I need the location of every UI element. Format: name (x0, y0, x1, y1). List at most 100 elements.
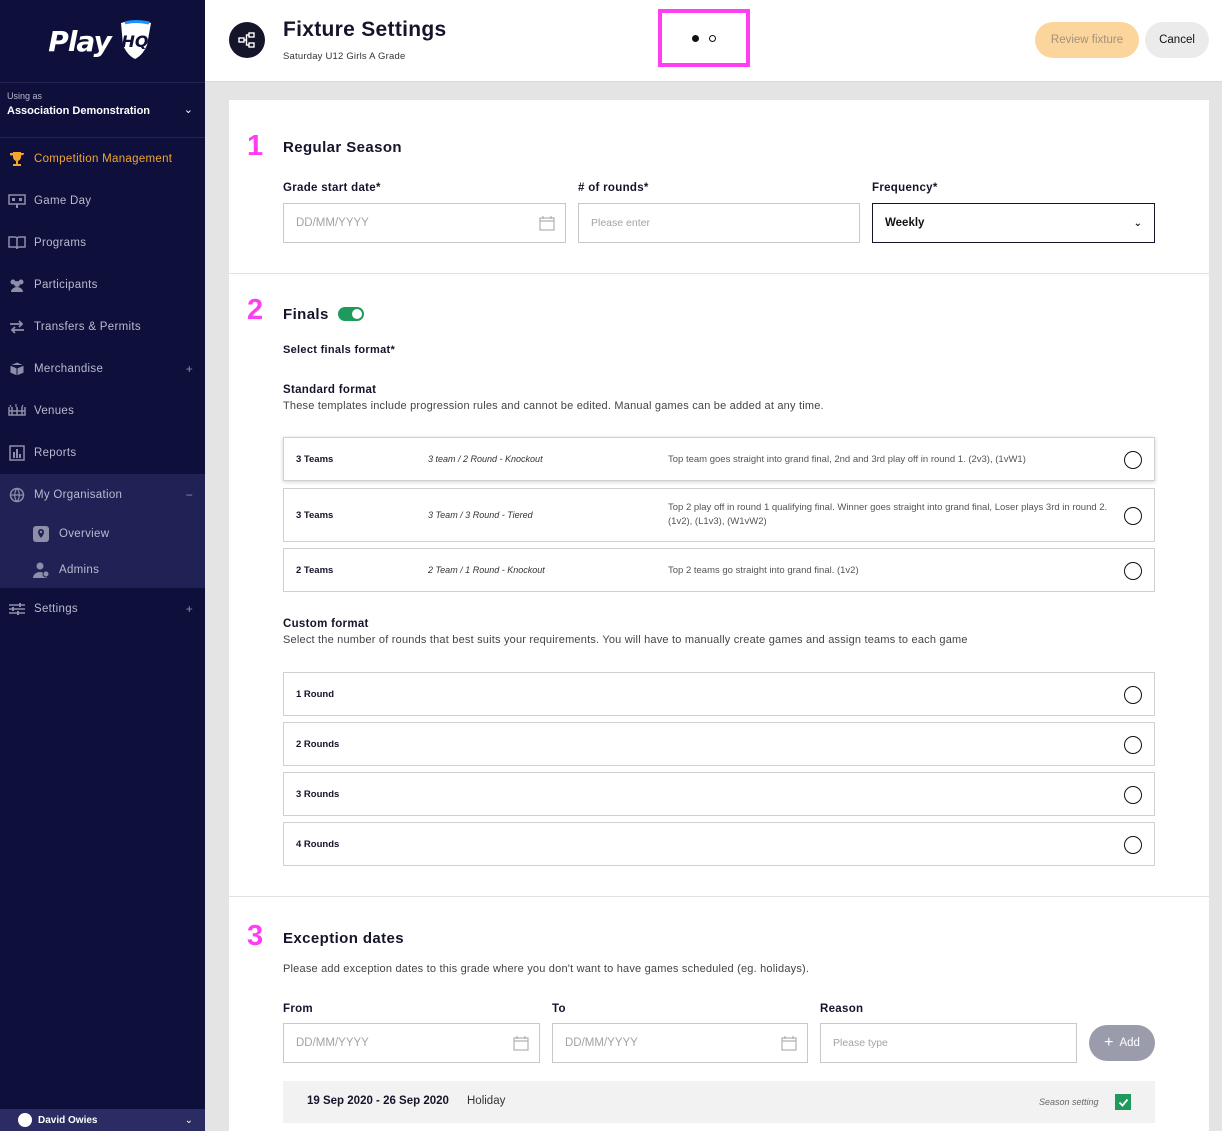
sidebar-item-label: Participants (34, 279, 98, 291)
finals-option-standard-1[interactable]: 3 Teams 3 team / 2 Round - Knockout Top … (283, 437, 1155, 481)
section-title-regular-season: Regular Season (283, 139, 402, 156)
sidebar-item-game-day[interactable]: Game Day (0, 180, 205, 222)
sidebar-item-competition-management[interactable]: Competition Management (0, 138, 205, 180)
step-indicator (658, 9, 750, 67)
sidebar-nav: Competition Management Game Day Programs… (0, 138, 205, 516)
grade-start-date-input[interactable]: DD/MM/YYYY (283, 203, 566, 243)
reason-placeholder: Please type (833, 1037, 888, 1049)
sidebar-subitem-overview[interactable]: Overview (0, 516, 205, 552)
trophy-icon (7, 151, 26, 167)
review-fixture-button[interactable]: Review fixture (1035, 22, 1139, 58)
section-number: 3 (247, 920, 264, 952)
finals-option-custom-1[interactable]: 1 Round (283, 672, 1155, 716)
fixture-settings-card: 1 Regular Season Grade start date* DD/MM… (229, 100, 1209, 1131)
logo-shield-icon: HQ (113, 19, 157, 63)
exception-reason: Holiday (467, 1095, 506, 1107)
rounds-input[interactable]: Please enter (578, 203, 860, 243)
option-rounds: 2 Rounds (296, 739, 340, 750)
sidebar-item-programs[interactable]: Programs (0, 222, 205, 264)
org-using-label: Using as (7, 91, 43, 101)
frequency-value: Weekly (885, 217, 925, 229)
sidebar-subitem-admins[interactable]: Admins (0, 552, 205, 588)
expand-plus-icon[interactable]: + (186, 362, 193, 376)
rounds-placeholder: Please enter (591, 217, 650, 229)
section-divider (229, 273, 1209, 274)
from-date-input[interactable]: DD/MM/YYYY (283, 1023, 540, 1063)
logo-badge-text: HQ (121, 32, 148, 51)
radio-button[interactable] (1124, 451, 1142, 469)
people-icon (7, 277, 26, 293)
sidebar-item-merchandise[interactable]: Merchandise + (0, 348, 205, 390)
frequency-select[interactable]: Weekly ⌄ (872, 203, 1155, 243)
finals-option-custom-3[interactable]: 3 Rounds (283, 772, 1155, 816)
sidebar-item-reports[interactable]: Reports (0, 432, 205, 474)
chevron-down-icon: ⌄ (183, 104, 193, 116)
section-number: 1 (247, 130, 264, 162)
sidebar-item-label: Settings (34, 603, 78, 615)
calendar-icon[interactable] (781, 1035, 797, 1054)
sidebar-item-participants[interactable]: Participants (0, 264, 205, 306)
radio-button[interactable] (1124, 736, 1142, 754)
playhq-logo[interactable]: Play HQ (0, 0, 205, 82)
option-teams: 3 Teams (296, 510, 334, 521)
box-icon (7, 361, 26, 377)
standard-format-title: Standard format (283, 384, 377, 396)
grade-start-date-label: Grade start date* (283, 182, 381, 194)
option-description: Top 2 teams go straight into grand final… (668, 565, 859, 576)
sidebar-item-label: My Organisation (34, 489, 123, 501)
radio-button[interactable] (1124, 836, 1142, 854)
option-format: 3 team / 2 Round - Knockout (428, 454, 543, 464)
stadium-icon (7, 403, 26, 419)
radio-button[interactable] (1124, 786, 1142, 804)
to-date-input[interactable]: DD/MM/YYYY (552, 1023, 808, 1063)
option-format: 2 Team / 1 Round - Knockout (428, 565, 545, 575)
step-dot-active[interactable] (692, 34, 699, 42)
exception-dates: 19 Sep 2020 - 26 Sep 2020 (307, 1095, 449, 1107)
radio-button[interactable] (1124, 507, 1142, 525)
sidebar-item-venues[interactable]: Venues (0, 390, 205, 432)
sidebar-item-transfers-permits[interactable]: Transfers & Permits (0, 306, 205, 348)
step-dot-inactive[interactable] (709, 34, 716, 42)
reason-input[interactable]: Please type (820, 1023, 1077, 1063)
calendar-icon[interactable] (539, 215, 555, 234)
finals-option-custom-4[interactable]: 4 Rounds (283, 822, 1155, 866)
season-setting-label: Season setting (1039, 1097, 1099, 1107)
organisation-switcher[interactable]: Using as Association Demonstration ⌄ (0, 82, 205, 138)
org-name: Association Demonstration (7, 105, 151, 117)
finals-option-custom-2[interactable]: 2 Rounds (283, 722, 1155, 766)
option-format: 3 Team / 3 Round - Tiered (428, 510, 533, 520)
collapse-minus-icon[interactable]: − (186, 488, 193, 502)
finals-option-standard-2[interactable]: 3 Teams 3 Team / 3 Round - Tiered Top 2 … (283, 488, 1155, 542)
chart-icon (7, 445, 26, 461)
custom-format-title: Custom format (283, 618, 369, 630)
radio-button[interactable] (1124, 562, 1142, 580)
sidebar-item-label: Competition Management (34, 153, 173, 165)
season-setting-checkbox[interactable] (1115, 1094, 1131, 1110)
expand-plus-icon[interactable]: + (186, 602, 193, 616)
cancel-button[interactable]: Cancel (1145, 22, 1209, 58)
section-number: 2 (247, 294, 264, 326)
logo-text: Play (48, 24, 111, 58)
option-description: Top team goes straight into grand final,… (668, 454, 1026, 465)
frequency-label: Frequency* (872, 182, 938, 194)
radio-button[interactable] (1124, 686, 1142, 704)
sidebar-item-label: Game Day (34, 195, 92, 207)
avatar (18, 1113, 32, 1127)
section-title-finals: Finals (283, 306, 329, 323)
grade-start-date-placeholder: DD/MM/YYYY (296, 217, 369, 229)
finals-option-standard-3[interactable]: 2 Teams 2 Team / 1 Round - Knockout Top … (283, 548, 1155, 592)
globe-icon (7, 487, 26, 503)
sidebar-item-settings[interactable]: Settings + (0, 588, 205, 630)
sidebar-item-my-organisation[interactable]: My Organisation − (0, 474, 205, 516)
user-menu[interactable]: David Owies ⌄ (0, 1109, 205, 1131)
arrows-icon (7, 319, 26, 335)
rounds-label: # of rounds* (578, 182, 649, 194)
option-description: Top 2 play off in round 1 qualifying fin… (668, 502, 1108, 527)
finals-toggle[interactable] (338, 307, 364, 321)
sidebar-item-label: Venues (34, 405, 75, 417)
calendar-icon[interactable] (513, 1035, 529, 1054)
add-exception-button[interactable]: + Add (1089, 1025, 1155, 1061)
chevron-down-icon: ⌄ (184, 1114, 193, 1126)
reason-label: Reason (820, 1003, 864, 1015)
sidebar-item-label: Merchandise (34, 363, 104, 375)
